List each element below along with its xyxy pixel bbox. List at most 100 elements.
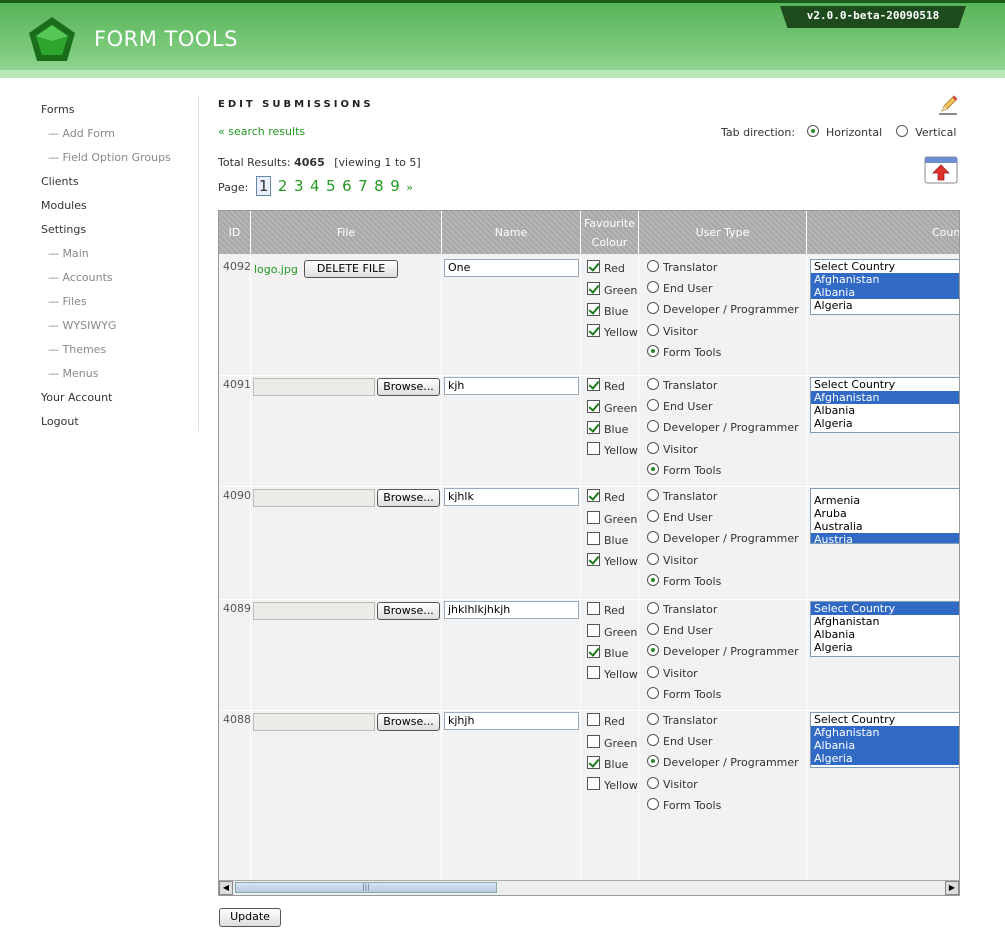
user-type-radio[interactable] [647, 260, 659, 272]
colour-checkbox[interactable] [587, 735, 600, 748]
country-listbox[interactable]: Select Country Afghanistan Albania Algeria [810, 259, 959, 315]
country-option[interactable]: Afghanistan [811, 615, 959, 628]
user-type-radio[interactable] [647, 602, 659, 614]
user-type-radio[interactable] [647, 324, 659, 336]
country-option[interactable]: Algeria [811, 417, 959, 430]
country-option[interactable]: Algeria [811, 641, 959, 654]
user-type-radio[interactable] [647, 531, 659, 543]
colour-option[interactable]: Green [587, 511, 637, 526]
colour-checkbox[interactable] [587, 442, 600, 455]
user-type-option[interactable]: Developer / Programmer [647, 755, 799, 769]
colour-option[interactable]: Blue [587, 756, 628, 771]
sidebar-item-main[interactable]: — Main [48, 247, 89, 260]
colour-option[interactable]: Yellow [587, 324, 638, 339]
sidebar-item-forms[interactable]: Forms [41, 103, 74, 116]
browse-button[interactable]: Browse... [377, 378, 440, 396]
user-type-option[interactable]: Translator [647, 378, 717, 392]
country-listbox[interactable]: Select Country Afghanistan Albania Algeria [810, 712, 959, 768]
user-type-option[interactable]: Developer / Programmer [647, 302, 799, 316]
column-header-favourite-colour[interactable]: Favourite Colour [581, 211, 639, 254]
country-option[interactable]: Algeria [811, 299, 959, 312]
colour-option[interactable]: Yellow [587, 553, 638, 568]
horizontal-radio[interactable] [806, 125, 819, 137]
user-type-option[interactable]: Form Tools [647, 345, 721, 359]
file-upload-field[interactable] [253, 378, 375, 396]
user-type-radio[interactable] [647, 777, 659, 789]
user-type-radio[interactable] [647, 420, 659, 432]
name-input[interactable]: kjh [444, 377, 579, 395]
user-type-radio[interactable] [647, 574, 659, 586]
browse-button[interactable]: Browse... [377, 713, 440, 731]
user-type-radio[interactable] [647, 755, 659, 767]
file-upload-field[interactable] [253, 602, 375, 620]
user-type-option[interactable]: Visitor [647, 442, 698, 456]
vertical-radio[interactable] [895, 125, 908, 137]
user-type-radio[interactable] [647, 399, 659, 411]
page-link[interactable]: 8 [374, 177, 384, 195]
user-type-option[interactable]: Visitor [647, 553, 698, 567]
country-option[interactable]: Select Country [811, 260, 959, 273]
country-option[interactable]: Afghanistan [811, 391, 959, 404]
colour-checkbox[interactable] [587, 378, 600, 391]
user-type-option[interactable]: Developer / Programmer [647, 420, 799, 434]
user-type-option[interactable]: Form Tools [647, 798, 721, 812]
user-type-radio[interactable] [647, 713, 659, 725]
colour-option[interactable]: Yellow [587, 442, 638, 457]
user-type-option[interactable]: Translator [647, 713, 717, 727]
file-upload-field[interactable] [253, 713, 375, 731]
colour-checkbox[interactable] [587, 777, 600, 790]
sidebar-item-logout[interactable]: Logout [41, 415, 79, 428]
user-type-radio[interactable] [647, 510, 659, 522]
page-link[interactable]: 5 [326, 177, 336, 195]
column-header-user-type[interactable]: User Type [639, 211, 807, 254]
page-link[interactable]: 7 [358, 177, 368, 195]
name-input[interactable]: kjhlk [444, 488, 579, 506]
sidebar-item-themes[interactable]: — Themes [48, 343, 106, 356]
colour-checkbox[interactable] [587, 645, 600, 658]
upload-window-icon[interactable] [924, 156, 958, 184]
sidebar-item-menus[interactable]: — Menus [48, 367, 98, 380]
colour-option[interactable]: Red [587, 602, 625, 617]
colour-checkbox[interactable] [587, 532, 600, 545]
colour-checkbox[interactable] [587, 553, 600, 566]
country-option[interactable]: Armenia [811, 494, 959, 507]
next-page-link[interactable]: » [406, 181, 413, 194]
sidebar-item-settings[interactable]: Settings [41, 223, 86, 236]
colour-checkbox[interactable] [587, 489, 600, 502]
name-input[interactable]: kjhjh [444, 712, 579, 730]
user-type-option[interactable]: Form Tools [647, 463, 721, 477]
country-option[interactable]: Albania [811, 628, 959, 641]
user-type-option[interactable]: Visitor [647, 666, 698, 680]
delete-file-button[interactable]: DELETE FILE [304, 260, 398, 278]
user-type-radio[interactable] [647, 798, 659, 810]
colour-option[interactable]: Red [587, 260, 625, 275]
user-type-radio[interactable] [647, 281, 659, 293]
colour-option[interactable]: Blue [587, 303, 628, 318]
colour-option[interactable]: Green [587, 282, 637, 297]
scroll-right-arrow-icon[interactable]: ▶ [945, 881, 959, 895]
colour-option[interactable]: Green [587, 735, 637, 750]
country-listbox[interactable]: Armenia Aruba Australia Austria [810, 488, 959, 544]
user-type-radio[interactable] [647, 489, 659, 501]
page-link[interactable]: 9 [390, 177, 400, 195]
search-results-link[interactable]: « search results [218, 125, 305, 138]
country-option[interactable]: Select Country [811, 602, 959, 615]
browse-button[interactable]: Browse... [377, 489, 440, 507]
country-listbox[interactable]: Select Country Afghanistan Albania Algeria [810, 377, 959, 433]
colour-checkbox[interactable] [587, 282, 600, 295]
colour-option[interactable]: Green [587, 624, 637, 639]
country-option[interactable]: Austria [811, 533, 959, 543]
user-type-option[interactable]: Form Tools [647, 574, 721, 588]
user-type-option[interactable]: Translator [647, 602, 717, 616]
user-type-option[interactable]: Form Tools [647, 687, 721, 701]
sidebar-item-modules[interactable]: Modules [41, 199, 87, 212]
country-listbox[interactable]: Select Country Afghanistan Albania Algeria [810, 601, 959, 657]
country-option[interactable]: Afghanistan [811, 273, 959, 286]
column-header-file[interactable]: File [251, 211, 442, 254]
colour-option[interactable]: Red [587, 489, 625, 504]
user-type-option[interactable]: End User [647, 510, 712, 524]
user-type-radio[interactable] [647, 553, 659, 565]
user-type-option[interactable]: Visitor [647, 324, 698, 338]
colour-checkbox[interactable] [587, 324, 600, 337]
horizontal-scrollbar[interactable]: ◀ ||| ▶ [219, 880, 959, 895]
